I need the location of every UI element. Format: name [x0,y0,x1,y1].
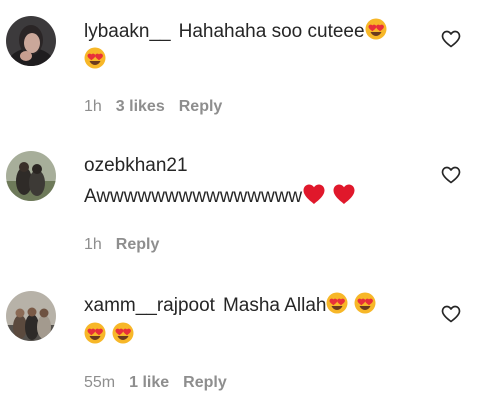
like-count[interactable]: 1 like [129,374,169,391]
comment-meta: 1h 3 likes Reply [84,97,236,117]
comment-body: ozebkhan21 [84,150,437,182]
comment-text: Masha Allah [222,295,327,316]
comment-time: 1h [84,236,102,253]
red-heart-emoji-icon [302,183,326,205]
heart-eyes-emoji-icon [365,18,387,40]
username[interactable]: ozebkhan21 [84,155,188,176]
like-heart-icon[interactable] [441,30,461,48]
like-heart-icon[interactable] [441,305,461,323]
avatar[interactable] [6,16,56,66]
avatar[interactable] [6,151,56,201]
heart-eyes-emoji-icon [354,292,376,314]
comment-body: lybaakn__ Hahahaha soo cuteee [84,16,437,48]
reply-button[interactable]: Reply [179,98,223,115]
comment-body: xamm__rajpoot Masha Allah [84,290,437,322]
reply-button[interactable]: Reply [116,236,160,253]
heart-eyes-emoji-icon [84,47,106,69]
heart-eyes-emoji-icon [326,292,348,314]
heart-eyes-emoji-icon [84,322,106,344]
comment-meta: 1h Reply [84,235,173,255]
comment-body-line-2: Awwwwwwwwwwwwwww [84,181,437,213]
username[interactable]: lybaakn__ [84,21,171,42]
comment-text: Hahahaha soo cuteee [178,21,365,42]
red-heart-emoji-icon [332,183,356,205]
comment-text: Awwwwwwwwwwwwwww [84,186,303,207]
username[interactable]: xamm__rajpoot [84,295,215,316]
avatar[interactable] [6,291,56,341]
comment-body-line-2 [84,45,437,77]
comment-time: 55m [84,374,116,391]
heart-eyes-emoji-icon [112,322,134,344]
like-count[interactable]: 3 likes [116,98,165,115]
comment-body-line-2 [84,320,437,352]
comment-meta: 55m 1 like Reply [84,373,241,393]
reply-button[interactable]: Reply [183,374,227,391]
comment-time: 1h [84,98,102,115]
like-heart-icon[interactable] [441,166,461,184]
